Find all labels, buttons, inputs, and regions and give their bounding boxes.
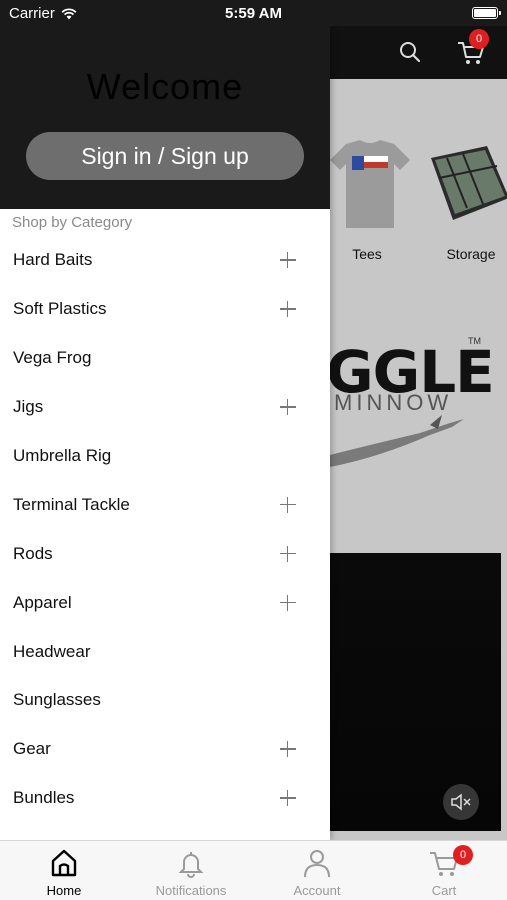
sign-in-button[interactable]: Sign in / Sign up — [26, 132, 304, 180]
category-label: Rods — [13, 543, 53, 563]
drawer-header: Welcome Sign in / Sign up — [0, 26, 330, 209]
category-label: Apparel — [13, 592, 72, 612]
lure-image — [330, 415, 464, 467]
home-icon — [51, 849, 77, 877]
category-label: Soft Plastics — [13, 299, 107, 319]
category-item[interactable]: Headwear — [0, 627, 330, 676]
expand-plus-icon[interactable] — [280, 301, 296, 318]
expand-plus-icon[interactable] — [280, 399, 296, 416]
category-item[interactable]: Apparel — [0, 578, 330, 627]
tees-image[interactable] — [328, 138, 412, 230]
storage-image[interactable] — [427, 138, 507, 230]
tab-bar: Home Notifications Account Cart — [0, 840, 507, 900]
speaker-muted-icon — [451, 793, 471, 811]
expand-plus-icon[interactable] — [280, 741, 296, 758]
category-label: Gear — [13, 739, 51, 759]
status-time: 5:59 AM — [225, 5, 282, 22]
cart-count-badge: 0 — [469, 29, 489, 49]
tab-cart-label: Cart — [431, 883, 457, 898]
battery-icon — [472, 7, 501, 19]
category-label: Umbrella Rig — [13, 446, 112, 465]
category-item[interactable]: Bundles — [0, 774, 330, 823]
category-item[interactable]: Sunglasses — [0, 676, 330, 725]
tab-cart[interactable]: Cart — [381, 841, 507, 900]
storage-label: Storage — [446, 246, 496, 262]
section-title: Shop by Category — [12, 214, 133, 231]
tees-label: Tees — [352, 246, 382, 262]
category-item[interactable]: Rods — [0, 529, 330, 578]
expand-plus-icon[interactable] — [280, 545, 296, 562]
tab-notifications[interactable]: Notifications — [128, 841, 254, 900]
tab-home-label: Home — [46, 883, 82, 898]
category-item[interactable]: Vega Frog — [0, 334, 330, 383]
side-drawer: Welcome Sign in / Sign up Shop by Catego… — [0, 26, 330, 840]
category-label: Headwear — [13, 641, 91, 661]
category-item[interactable]: Soft Plastics — [0, 285, 330, 334]
category-label: Sunglasses — [13, 690, 101, 710]
category-item[interactable]: Hard Baits — [0, 236, 330, 285]
category-label: Vega Frog — [13, 348, 92, 368]
tab-account-label: Account — [293, 883, 341, 898]
promo-video[interactable] — [330, 553, 501, 831]
category-label: Bundles — [13, 788, 75, 808]
expand-plus-icon[interactable] — [280, 496, 296, 513]
expand-plus-icon[interactable] — [280, 252, 296, 269]
status-bar: Carrier 5:59 AM — [0, 0, 507, 26]
category-label: Terminal Tackle — [13, 494, 130, 514]
bell-icon — [178, 852, 204, 878]
category-item[interactable]: Gear — [0, 725, 330, 774]
search-icon[interactable] — [398, 40, 422, 64]
tab-notifications-label: Notifications — [155, 883, 227, 898]
tab-account[interactable]: Account — [254, 841, 380, 900]
tab-cart-badge: 0 — [453, 845, 473, 865]
welcome-title: Welcome — [86, 66, 244, 107]
category-label: Hard Baits — [13, 250, 93, 270]
tab-home[interactable]: Home — [1, 841, 127, 900]
category-item[interactable]: Umbrella Rig — [0, 432, 330, 481]
expand-plus-icon[interactable] — [280, 594, 296, 611]
banner-trademark: TM — [468, 336, 481, 346]
expand-plus-icon[interactable] — [280, 790, 296, 807]
category-item[interactable]: Terminal Tackle — [0, 480, 330, 529]
category-list: Hard Baits Soft Plastics Vega Frog Jigs … — [0, 236, 330, 823]
user-icon — [304, 850, 330, 878]
category-label: Jigs — [13, 397, 44, 417]
mute-button[interactable] — [443, 784, 479, 820]
category-item[interactable]: Jigs — [0, 383, 330, 432]
